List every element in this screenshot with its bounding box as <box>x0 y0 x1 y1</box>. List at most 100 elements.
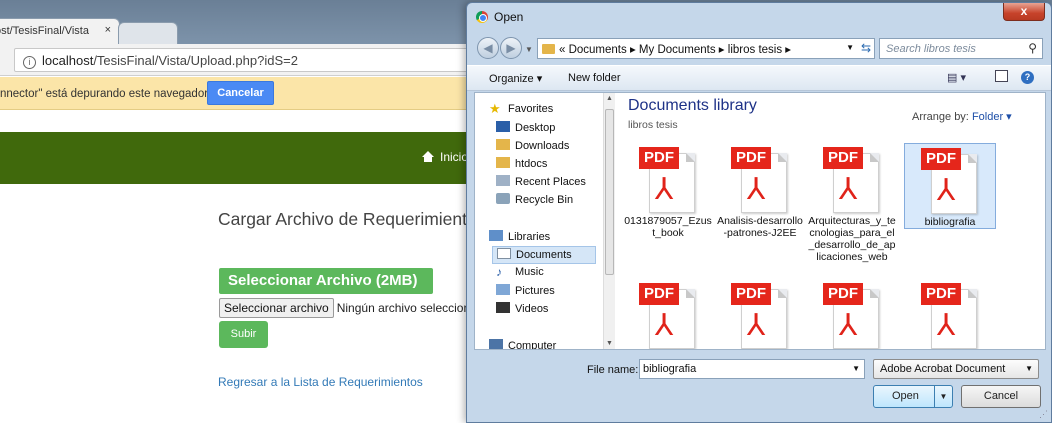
dialog-titlebar[interactable]: Open x <box>467 3 1051 31</box>
acrobat-icon: ⅄ <box>839 172 858 207</box>
pdf-file-icon: PDF ⅄ <box>639 147 697 213</box>
file-item[interactable]: PDF ⅄ Arquitecturas_y_tecnologias_para_el_… <box>806 143 898 263</box>
choose-file-button[interactable]: Seleccionar archivo <box>219 298 334 318</box>
change-view-icon[interactable]: ▤ ▾ <box>947 71 966 84</box>
nav-favorites[interactable]: ★ Favorites <box>489 101 553 116</box>
search-icon[interactable]: ⚲ <box>1028 41 1037 55</box>
nav-pictures[interactable]: Pictures <box>496 284 555 297</box>
dialog-body: ★ Favorites Desktop Downloads htdocs Rece… <box>474 92 1046 350</box>
pdf-badge: PDF <box>731 147 771 169</box>
dialog-navigation: ◀ ▶ ▼ « Documents ▸ My Documents ▸ libro… <box>467 31 1051 65</box>
tab-title: ost/TesisFinal/Vista <box>0 25 89 37</box>
new-tab-button[interactable] <box>118 22 178 44</box>
nav-home-link[interactable]: Inicio <box>422 150 468 164</box>
file-item[interactable]: PDF ⅄ <box>904 279 996 349</box>
open-options-dropdown-icon[interactable]: ▼ <box>934 386 952 407</box>
open-button[interactable]: Open ▼ <box>873 385 953 408</box>
pdf-badge: PDF <box>921 148 961 170</box>
recent-places-icon <box>496 175 510 186</box>
file-item[interactable]: PDF ⅄ Analisis-desarrollo-patrones-J2EE <box>714 143 806 239</box>
path-breadcrumb[interactable]: « Documents ▸ My Documents ▸ libros tesi… <box>537 38 875 59</box>
chevron-down-icon[interactable]: ▼ <box>852 364 860 373</box>
folder-icon <box>496 157 510 168</box>
nav-downloads[interactable]: Downloads <box>496 139 569 152</box>
home-icon <box>422 151 434 162</box>
search-placeholder: Search libros tesis <box>886 43 976 55</box>
file-type-value: Adobe Acrobat Document <box>880 363 1006 375</box>
cancel-debug-button[interactable]: Cancelar <box>207 81 274 105</box>
file-name-input[interactable]: bibliografia ▼ <box>639 359 865 379</box>
desktop-icon <box>496 121 510 132</box>
nav-computer[interactable]: Computer <box>489 339 556 349</box>
nav-documents[interactable]: Documents <box>492 246 596 264</box>
nav-desktop[interactable]: Desktop <box>496 121 555 134</box>
dialog-close-button[interactable]: x <box>1003 3 1045 21</box>
nav-music[interactable]: ♪ Music <box>496 266 544 278</box>
forward-arrow-icon[interactable]: ▶ <box>500 37 522 59</box>
library-subtitle: libros tesis <box>628 119 678 131</box>
acrobat-icon: ⅄ <box>839 308 858 343</box>
file-name: Analisis-desarrollo-patrones-J2EE <box>717 215 803 239</box>
library-title: Documents library <box>628 97 757 114</box>
pdf-badge: PDF <box>823 283 863 305</box>
acrobat-icon: ⅄ <box>655 172 674 207</box>
search-input[interactable]: Search libros tesis ⚲ <box>879 38 1043 59</box>
dialog-toolbar: Organize ▾ New folder ▤ ▾ ? <box>467 65 1051 91</box>
new-folder-button[interactable]: New folder <box>568 72 621 84</box>
file-item[interactable]: PDF ⅄ <box>622 279 714 349</box>
nav-libraries[interactable]: Libraries <box>489 230 550 243</box>
acrobat-icon: ⅄ <box>655 308 674 343</box>
documents-icon <box>497 248 511 259</box>
nav-htdocs[interactable]: htdocs <box>496 157 547 170</box>
folder-icon <box>542 44 555 54</box>
preview-pane-icon[interactable] <box>995 70 1008 82</box>
dialog-title: Open <box>494 10 524 24</box>
file-list-pane: Documents library libros tesis Arrange b… <box>616 93 1046 349</box>
pdf-badge: PDF <box>921 283 961 305</box>
scrollbar-thumb[interactable] <box>605 109 614 275</box>
resize-grip-icon[interactable]: ⋰ <box>1039 409 1048 420</box>
nav-recent-places[interactable]: Recent Places <box>496 175 586 188</box>
pdf-file-icon: PDF ⅄ <box>921 283 979 349</box>
tab-close-icon[interactable]: × <box>105 24 111 36</box>
file-grid: PDF ⅄ 0131879057_Ezust_book PDF ⅄ Analisis-de… <box>616 141 1028 349</box>
file-name-value: bibliografia <box>643 363 697 375</box>
scroll-down-icon[interactable]: ▼ <box>606 340 613 347</box>
path-dropdown-icon[interactable]: ▼ <box>846 43 854 52</box>
file-item[interactable]: PDF ⅄ <box>714 279 806 349</box>
pdf-file-icon: PDF ⅄ <box>823 283 881 349</box>
info-icon[interactable]: i <box>23 56 36 69</box>
scroll-up-icon[interactable]: ▲ <box>606 95 613 102</box>
arrange-by[interactable]: Arrange by: Folder ▾ <box>912 110 1012 123</box>
back-arrow-icon[interactable]: ◀ <box>477 37 499 59</box>
back-to-list-link[interactable]: Regresar a la Lista de Requerimientos <box>218 375 423 389</box>
recent-locations-dropdown-icon[interactable]: ▼ <box>525 45 533 54</box>
file-input[interactable]: Seleccionar archivo Ningún archivo selecc… <box>219 298 490 318</box>
pdf-file-icon: PDF ⅄ <box>823 147 881 213</box>
pdf-file-icon: PDF ⅄ <box>731 147 789 213</box>
file-item[interactable]: PDF ⅄ <box>806 279 898 349</box>
star-icon: ★ <box>489 101 501 116</box>
file-type-select[interactable]: Adobe Acrobat Document ▼ <box>873 359 1039 379</box>
debug-message: nnector" está depurando este navegador. <box>0 88 211 100</box>
chrome-icon <box>476 11 488 23</box>
downloads-icon <box>496 139 510 150</box>
open-button-label: Open <box>892 390 919 402</box>
file-name-label: File name: <box>587 364 639 376</box>
help-icon[interactable]: ? <box>1021 71 1034 84</box>
upload-button[interactable]: Subir <box>219 321 268 348</box>
arrange-by-folder[interactable]: Folder ▾ <box>972 111 1012 123</box>
nav-videos[interactable]: Videos <box>496 302 548 315</box>
file-item[interactable]: PDF ⅄ bibliografia <box>904 143 996 229</box>
breadcrumb-text: « Documents ▸ My Documents ▸ libros tesi… <box>559 44 792 56</box>
browser-tab-active[interactable]: ost/TesisFinal/Vista × <box>0 18 120 44</box>
nav-home-label: Inicio <box>440 150 469 164</box>
organize-menu[interactable]: Organize ▾ <box>489 72 542 85</box>
file-item[interactable]: PDF ⅄ 0131879057_Ezust_book <box>622 143 714 239</box>
refresh-icon[interactable]: ⇆ <box>861 41 871 55</box>
cancel-button[interactable]: Cancel <box>961 385 1041 408</box>
nav-recycle-bin[interactable]: Recycle Bin <box>496 193 573 206</box>
select-file-heading: Seleccionar Archivo (2MB) <box>219 268 433 294</box>
navigation-scrollbar[interactable]: ▲ ▼ <box>603 93 615 349</box>
chevron-down-icon[interactable]: ▼ <box>1025 364 1033 373</box>
